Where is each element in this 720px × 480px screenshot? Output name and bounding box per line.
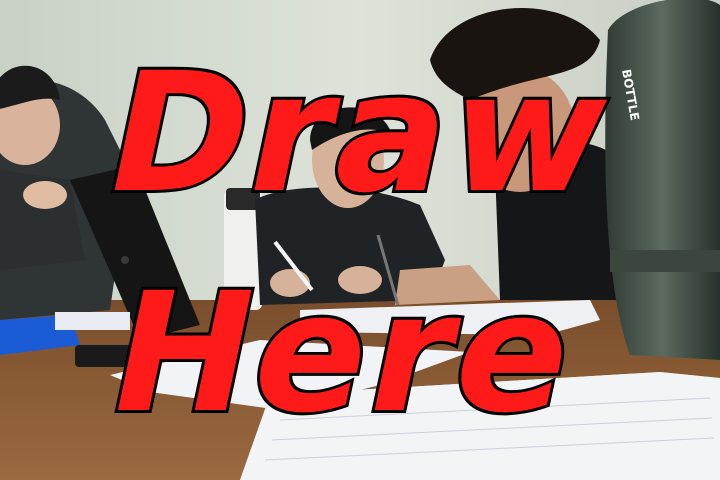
phone [75, 345, 155, 367]
study-table-photo: BOTTLE [0, 0, 720, 480]
papers-left [55, 312, 130, 330]
water-jug: BOTTLE [605, 0, 720, 360]
photo-canvas[interactable]: BOTTLE Draw Here [0, 0, 720, 480]
